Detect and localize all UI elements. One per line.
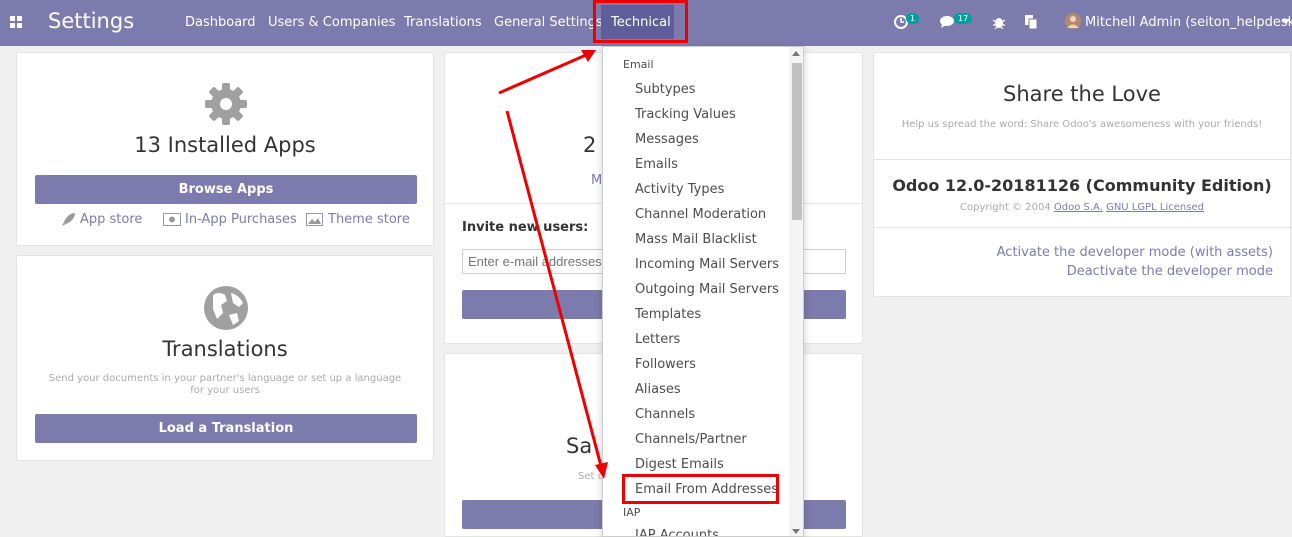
globe-icon	[204, 286, 248, 330]
invite-users-label: Invite new users:	[462, 220, 589, 235]
copyright-line: Copyright © 2004 Odoo S.A. GNU LGPL Lice…	[874, 202, 1290, 213]
load-translation-button[interactable]: Load a Translation	[35, 414, 417, 443]
debug-bug-icon[interactable]	[993, 15, 1005, 29]
dropdown-item-incoming-mail-servers[interactable]: Incoming Mail Servers	[635, 257, 779, 272]
sample-card-title: Sa	[566, 434, 593, 458]
users-count: 2	[583, 133, 597, 157]
menu-general-settings[interactable]: General Settings	[494, 15, 603, 30]
dropdown-item-channels[interactable]: Channels	[635, 407, 695, 422]
money-icon	[163, 213, 181, 226]
dropdown-item-messages[interactable]: Messages	[635, 132, 699, 147]
dropdown-item-activity-types[interactable]: Activity Types	[635, 182, 724, 197]
scroll-down-arrow-icon[interactable]	[792, 529, 800, 535]
share-subtitle: Help us spread the word: Share Odoo's aw…	[901, 119, 1263, 130]
translations-description: Send your documents in your partner's la…	[48, 373, 402, 396]
sample-card-text: Set u	[578, 471, 604, 482]
dropdown-item-subtypes[interactable]: Subtypes	[635, 82, 696, 97]
copyright-text: Copyright © 2004	[960, 202, 1051, 213]
dropdown-item-followers[interactable]: Followers	[635, 357, 696, 372]
activate-dev-mode-assets-link[interactable]: Activate the developer mode (with assets…	[997, 245, 1273, 260]
theme-store-link[interactable]: Theme store	[328, 212, 410, 227]
dropdown-scrollbar[interactable]	[789, 47, 803, 536]
menu-technical[interactable]: Technical	[611, 15, 671, 30]
menu-users-companies[interactable]: Users & Companies	[268, 15, 395, 30]
license-link[interactable]: GNU LGPL Licensed	[1106, 202, 1204, 213]
dropdown-item-tracking-values[interactable]: Tracking Values	[635, 107, 736, 122]
documents-icon[interactable]	[1025, 15, 1038, 29]
menu-translations[interactable]: Translations	[404, 15, 482, 30]
scroll-up-arrow-icon[interactable]	[792, 51, 800, 57]
activity-badge: 1	[906, 13, 920, 24]
gear-icon	[205, 83, 247, 125]
user-menu-name[interactable]: Mitchell Admin (seiton_helpdesk)	[1085, 15, 1292, 30]
rocket-icon	[62, 213, 75, 226]
installed-apps-card: 13 Installed Apps Browse Apps App store …	[16, 52, 434, 246]
apps-menu-icon[interactable]	[10, 16, 23, 29]
dropdown-item-channel-moderation[interactable]: Channel Moderation	[635, 207, 766, 222]
in-app-purchases-link[interactable]: In-App Purchases	[185, 212, 297, 227]
divider	[874, 159, 1290, 160]
picture-icon	[306, 213, 323, 226]
browse-apps-button[interactable]: Browse Apps	[35, 175, 417, 204]
odoo-sa-link[interactable]: Odoo S.A.	[1054, 202, 1103, 213]
app-title: Settings	[48, 9, 135, 33]
dropdown-section-iap: IAP	[623, 506, 641, 519]
app-store-link[interactable]: App store	[80, 212, 142, 227]
odoo-version: Odoo 12.0-20181126 (Community Edition)	[892, 176, 1272, 195]
dropdown-item-templates[interactable]: Templates	[635, 307, 701, 322]
scrollbar-thumb[interactable]	[792, 63, 802, 220]
technical-dropdown-menu: Email Subtypes Tracking Values Messages …	[602, 46, 804, 537]
divider	[874, 227, 1290, 228]
translations-title: Translations	[162, 337, 288, 361]
dropdown-item-digest-emails[interactable]: Digest Emails	[635, 457, 724, 472]
dropdown-item-channels-partner[interactable]: Channels/Partner	[635, 432, 747, 447]
share-the-love-card: Share the Love Help us spread the word: …	[873, 52, 1291, 297]
menu-dashboard[interactable]: Dashboard	[185, 15, 256, 30]
translations-card: Translations Send your documents in your…	[16, 255, 434, 461]
dropdown-item-aliases[interactable]: Aliases	[635, 382, 681, 397]
deactivate-dev-mode-link[interactable]: Deactivate the developer mode	[1067, 264, 1273, 279]
manage-users-link[interactable]: M	[591, 173, 602, 188]
dropdown-item-email-from-addresses[interactable]: Email From Addresses	[635, 482, 778, 497]
dropdown-item-mass-mail-blacklist[interactable]: Mass Mail Blacklist	[635, 232, 757, 247]
dropdown-section-email: Email	[623, 58, 654, 71]
dropdown-item-emails[interactable]: Emails	[635, 157, 678, 172]
user-avatar[interactable]	[1065, 13, 1081, 29]
dropdown-item-iap-accounts[interactable]: IAP Accounts	[635, 528, 719, 536]
share-title: Share the Love	[1003, 82, 1161, 106]
messages-badge: 17	[954, 13, 973, 24]
dropdown-item-letters[interactable]: Letters	[635, 332, 680, 347]
installed-apps-title: 13 Installed Apps	[134, 133, 316, 157]
user-caret-icon[interactable]	[1282, 19, 1290, 25]
top-navbar: Settings Dashboard Users & Companies Tra…	[0, 0, 1292, 46]
dropdown-item-outgoing-mail-servers[interactable]: Outgoing Mail Servers	[635, 282, 779, 297]
